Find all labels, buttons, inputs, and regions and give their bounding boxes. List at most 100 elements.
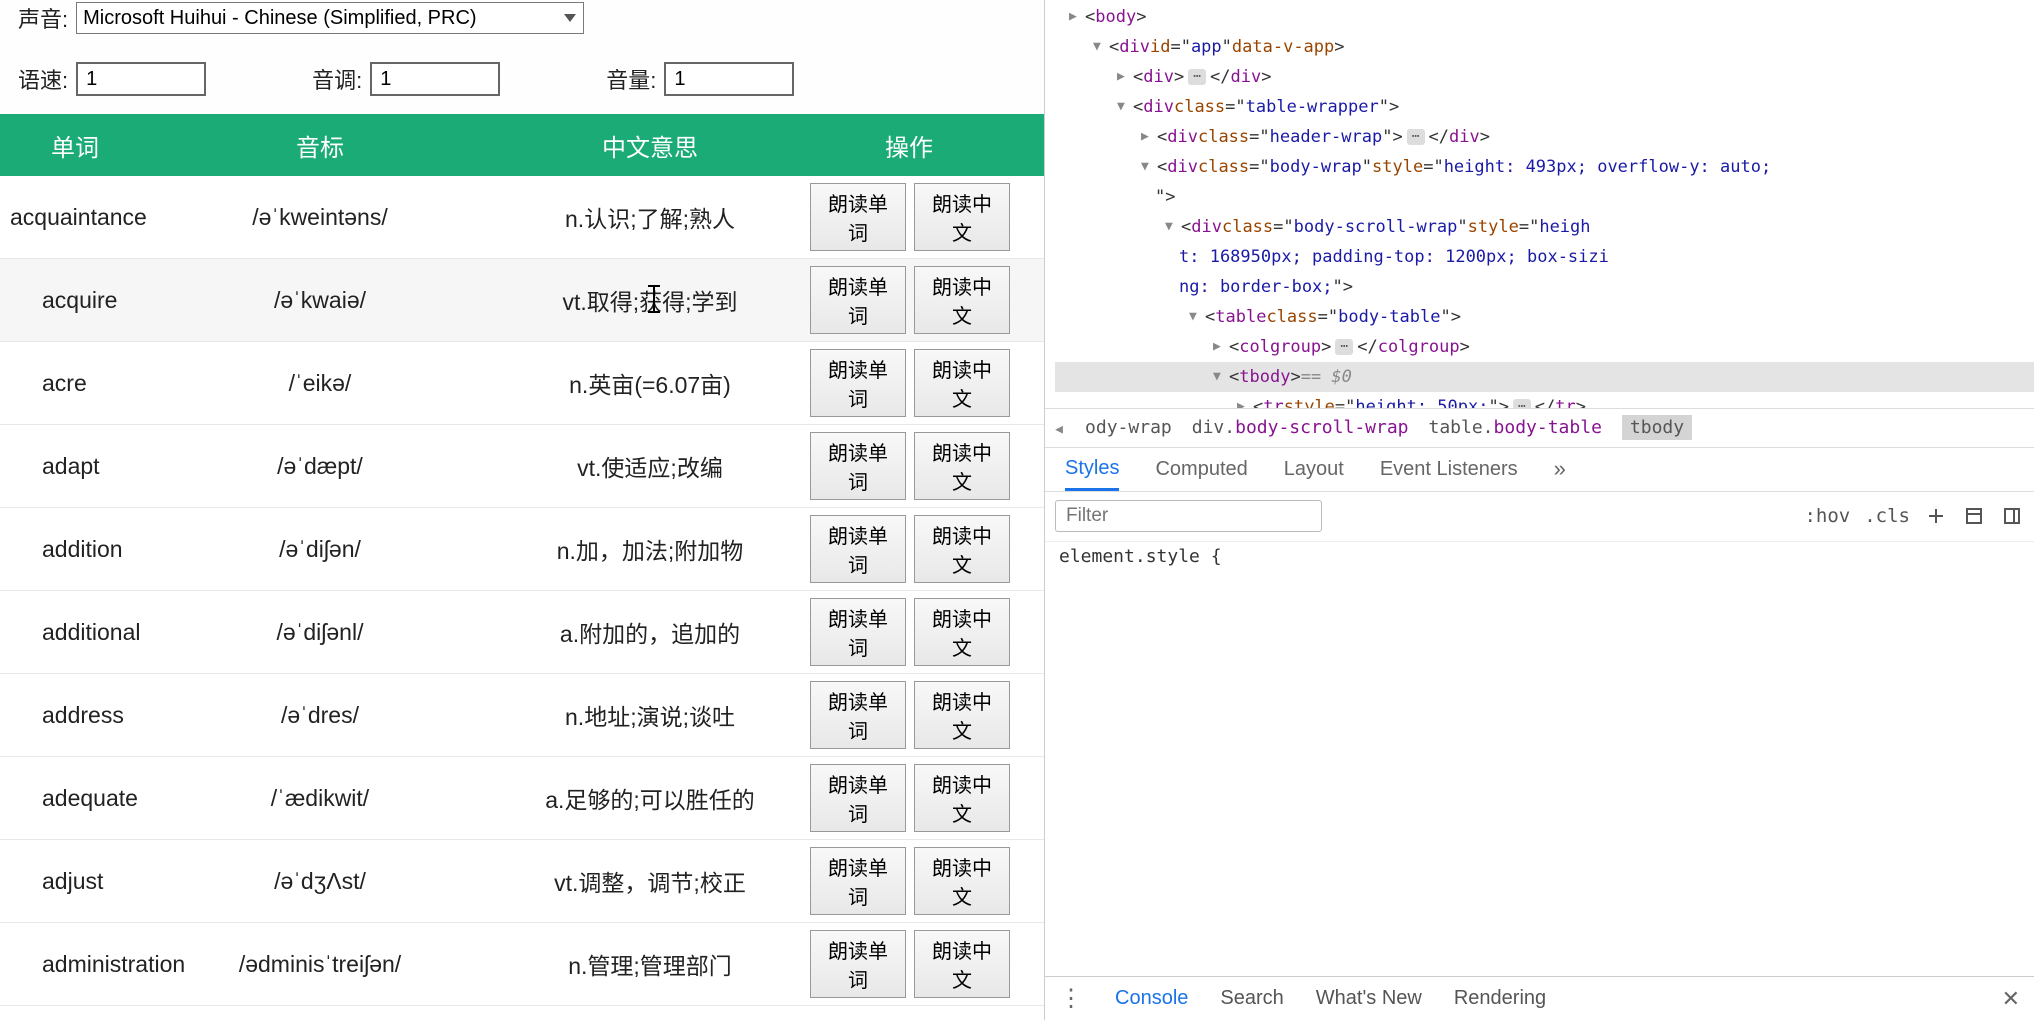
read-word-button[interactable]: 朗读单词 <box>810 681 906 749</box>
cell-meaning: n.管理;管理部门 <box>490 947 810 981</box>
voice-label: 声音: <box>18 2 68 34</box>
cell-meaning: vt.使适应;改编 <box>490 449 810 483</box>
drawer-close-icon[interactable]: ✕ <box>2002 986 2020 1012</box>
read-word-button[interactable]: 朗读单词 <box>810 183 906 251</box>
read-word-button[interactable]: 朗读单词 <box>810 598 906 666</box>
tab-layout[interactable]: Layout <box>1284 458 1344 481</box>
volume-label: 音量: <box>606 63 656 95</box>
read-word-button[interactable]: 朗读单词 <box>810 764 906 832</box>
tts-controls: 声音: Microsoft Huihui - Chinese (Simplifi… <box>0 0 1044 114</box>
selected-dom-node[interactable]: ⋯ <tbody> == $0 <box>1055 362 2034 392</box>
drawer-tab-whatsnew[interactable]: What's New <box>1316 987 1422 1010</box>
pitch-input[interactable] <box>370 62 500 96</box>
read-word-button[interactable]: 朗读单词 <box>810 930 906 998</box>
cell-word: additional <box>0 619 150 646</box>
read-word-button[interactable]: 朗读单词 <box>810 515 906 583</box>
tab-styles[interactable]: Styles <box>1065 457 1119 491</box>
toggle-sidebar-icon[interactable] <box>2000 504 2024 528</box>
cell-actions: 朗读单词朗读中文 <box>810 764 1010 832</box>
table-row[interactable]: acre/ˈeikə/n.英亩(=6.07亩)朗读单词朗读中文 <box>0 342 1044 425</box>
cell-actions: 朗读单词朗读中文 <box>810 432 1010 500</box>
dom-breadcrumb[interactable]: ◂ ody-wrap div.body-scroll-wrap table.bo… <box>1045 408 2034 448</box>
table-row[interactable]: additional/əˈdiʃənl/a.附加的，追加的朗读单词朗读中文 <box>0 591 1044 674</box>
breadcrumb-item-selected[interactable]: tbody <box>1622 415 1692 440</box>
more-tabs-icon[interactable]: » <box>1554 456 1566 482</box>
pitch-label: 音调: <box>312 63 362 95</box>
breadcrumb-item[interactable]: table.body-table <box>1429 417 1602 438</box>
table-row[interactable]: administration/ədminisˈtreiʃən/n.管理;管理部门… <box>0 923 1044 1006</box>
cell-word: acre <box>0 370 150 397</box>
drawer-tab-rendering[interactable]: Rendering <box>1454 987 1546 1010</box>
volume-input[interactable] <box>664 62 794 96</box>
cell-word: adequate <box>0 785 150 812</box>
cell-actions: 朗读单词朗读中文 <box>810 515 1010 583</box>
cell-actions: 朗读单词朗读中文 <box>810 266 1010 334</box>
elements-dom-tree[interactable]: <body> <div id="app" data-v-app> <div>⋯<… <box>1045 0 2034 408</box>
cell-phonetic: /əˈkwaiə/ <box>150 287 490 314</box>
breadcrumb-item[interactable]: ody-wrap <box>1085 417 1172 438</box>
table-row[interactable]: acquire/əˈkwaiə/vt.取得;获得;学到朗读单词朗读中文 <box>0 259 1044 342</box>
read-chinese-button[interactable]: 朗读中文 <box>914 432 1010 500</box>
table-row[interactable]: addition/əˈdiʃən/n.加，加法;附加物朗读单词朗读中文 <box>0 508 1044 591</box>
read-word-button[interactable]: 朗读单词 <box>810 349 906 417</box>
cell-word: administration <box>0 951 150 978</box>
breadcrumb-left-icon[interactable]: ◂ <box>1053 416 1065 440</box>
rate-input[interactable] <box>76 62 206 96</box>
cell-actions: 朗读单词朗读中文 <box>810 598 1010 666</box>
element-style-rule[interactable]: element.style { <box>1045 542 2034 571</box>
read-chinese-button[interactable]: 朗读中文 <box>914 515 1010 583</box>
cell-actions: 朗读单词朗读中文 <box>810 681 1010 749</box>
cell-phonetic: /ˈædikwit/ <box>150 785 490 812</box>
table-row[interactable]: adequate/ˈædikwit/a.足够的;可以胜任的朗读单词朗读中文 <box>0 757 1044 840</box>
cell-word: adapt <box>0 453 150 480</box>
styles-tabs: Styles Computed Layout Event Listeners » <box>1045 448 2034 492</box>
table-row[interactable]: adapt/əˈdæpt/vt.使适应;改编朗读单词朗读中文 <box>0 425 1044 508</box>
hov-toggle[interactable]: :hov <box>1804 505 1850 527</box>
th-phonetic: 音标 <box>150 128 490 163</box>
cell-phonetic: /əˈdiʃənl/ <box>150 619 490 646</box>
cell-word: adjust <box>0 868 150 895</box>
table-row[interactable]: address/əˈdres/n.地址;演说;谈吐朗读单词朗读中文 <box>0 674 1044 757</box>
drawer-menu-icon[interactable]: ⋮ <box>1059 984 1083 1013</box>
new-style-rule-icon[interactable] <box>1924 504 1948 528</box>
table-row[interactable]: adjust/əˈdʒΛst/vt.调整，调节;校正朗读单词朗读中文 <box>0 840 1044 923</box>
cell-meaning: n.英亩(=6.07亩) <box>490 366 810 400</box>
drawer-tab-console[interactable]: Console <box>1115 987 1188 1010</box>
styles-filter-input[interactable] <box>1055 500 1322 532</box>
read-chinese-button[interactable]: 朗读中文 <box>914 930 1010 998</box>
read-chinese-button[interactable]: 朗读中文 <box>914 764 1010 832</box>
cell-actions: 朗读单词朗读中文 <box>810 183 1010 251</box>
tab-computed[interactable]: Computed <box>1155 458 1247 481</box>
table-row[interactable]: acquaintance/əˈkweintəns/n.认识;了解;熟人朗读单词朗… <box>0 176 1044 259</box>
cell-phonetic: /əˈdʒΛst/ <box>150 868 490 895</box>
read-chinese-button[interactable]: 朗读中文 <box>914 266 1010 334</box>
cell-meaning: a.附加的，追加的 <box>490 615 810 649</box>
read-chinese-button[interactable]: 朗读中文 <box>914 349 1010 417</box>
read-chinese-button[interactable]: 朗读中文 <box>914 681 1010 749</box>
cell-phonetic: /əˈdiʃən/ <box>150 536 490 563</box>
computed-styles-icon[interactable] <box>1962 504 1986 528</box>
th-action: 操作 <box>810 128 1008 163</box>
th-word: 单词 <box>0 128 150 163</box>
read-chinese-button[interactable]: 朗读中文 <box>914 847 1010 915</box>
cell-actions: 朗读单词朗读中文 <box>810 349 1010 417</box>
read-word-button[interactable]: 朗读单词 <box>810 847 906 915</box>
read-word-button[interactable]: 朗读单词 <box>810 266 906 334</box>
drawer-tab-search[interactable]: Search <box>1220 987 1283 1010</box>
read-word-button[interactable]: 朗读单词 <box>810 432 906 500</box>
tab-event-listeners[interactable]: Event Listeners <box>1380 458 1518 481</box>
read-chinese-button[interactable]: 朗读中文 <box>914 598 1010 666</box>
dom-tr-node[interactable]: <tr style="height: 50px;">⋯</tr> <box>1055 392 2034 408</box>
cls-toggle[interactable]: .cls <box>1864 505 1910 527</box>
voice-select[interactable]: Microsoft Huihui - Chinese (Simplified, … <box>76 2 584 34</box>
vocab-table: 单词 音标 中文意思 操作 acquaintance/əˈkweintəns/n… <box>0 114 1044 1020</box>
read-chinese-button[interactable]: 朗读中文 <box>914 183 1010 251</box>
cell-actions: 朗读单词朗读中文 <box>810 930 1010 998</box>
breadcrumb-item[interactable]: div.body-scroll-wrap <box>1192 417 1409 438</box>
table-body[interactable]: acquaintance/əˈkweintəns/n.认识;了解;熟人朗读单词朗… <box>0 176 1044 1020</box>
cell-word: acquire <box>0 287 150 314</box>
cell-word: addition <box>0 536 150 563</box>
devtools-panel: <body> <div id="app" data-v-app> <div>⋯<… <box>1044 0 2034 1020</box>
cell-meaning: vt.调整，调节;校正 <box>490 864 810 898</box>
app-panel: 声音: Microsoft Huihui - Chinese (Simplifi… <box>0 0 1044 1020</box>
